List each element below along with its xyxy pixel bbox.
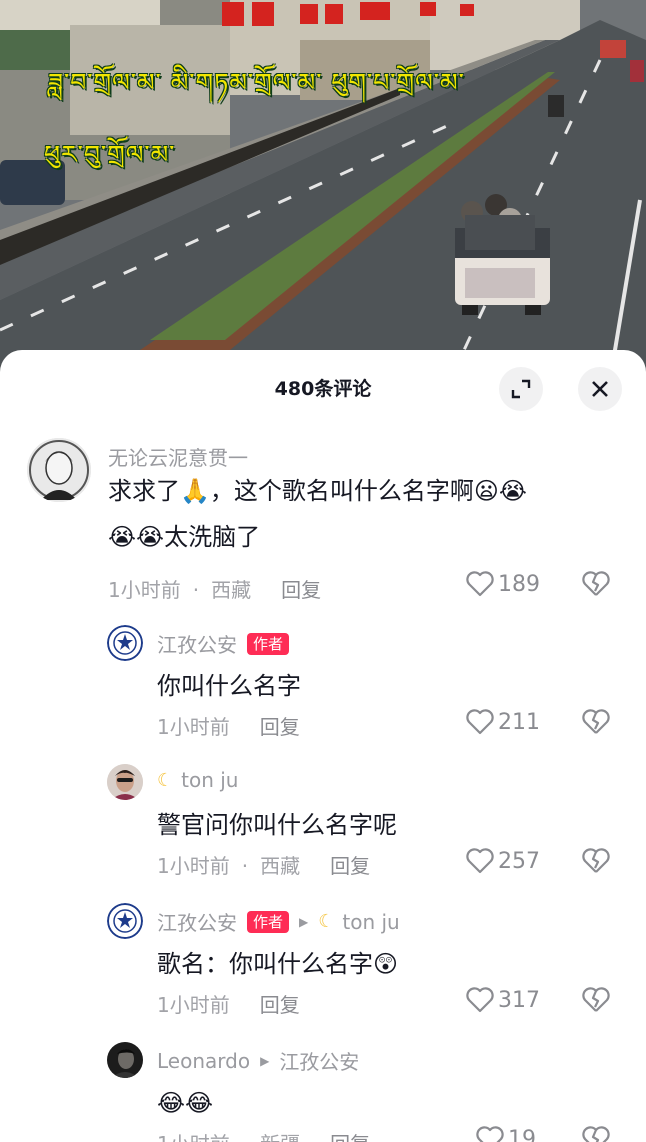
comment-text: 你叫什么名字 bbox=[157, 672, 301, 700]
comment-text: 求求了🙏，这个歌名叫什么名字啊😦😭 😭😭太洗脑了 bbox=[108, 468, 608, 560]
author-badge: 作者 bbox=[247, 632, 290, 655]
comment-location: 西藏 bbox=[260, 854, 301, 878]
dislike-button[interactable] bbox=[582, 987, 610, 1017]
broken-heart-icon bbox=[582, 987, 610, 1012]
comment-time: 1小时前 bbox=[157, 715, 230, 739]
comment-author[interactable]: 江孜公安 bbox=[157, 907, 237, 936]
like-count: 257 bbox=[498, 848, 540, 874]
avatar[interactable] bbox=[107, 764, 143, 800]
broken-heart-icon bbox=[582, 1126, 610, 1142]
comments-sheet: 480条评论 无论云泥意贯一 求求了🙏，这个歌名叫什么名字啊😦😭 😭😭太洗脑了 … bbox=[0, 350, 646, 1142]
reply-item: Leonardo ▶ 江孜公安 😂😂 1小时前·新疆回复 19 bbox=[0, 1042, 646, 1142]
reply-button[interactable]: 回复 bbox=[330, 1132, 370, 1142]
comment-text: 😂😂 bbox=[157, 1089, 214, 1117]
comment-time: 1小时前 bbox=[157, 1132, 230, 1142]
heart-icon bbox=[466, 848, 494, 874]
dislike-button[interactable] bbox=[582, 848, 610, 878]
police-emblem-icon bbox=[107, 625, 143, 661]
comment-author-row: 江孜公安 作者 bbox=[157, 629, 290, 658]
like-count: 19 bbox=[508, 1126, 536, 1142]
heart-icon bbox=[466, 709, 494, 735]
avatar-portrait bbox=[107, 764, 143, 800]
reply-to-user[interactable]: 江孜公安 bbox=[279, 1046, 359, 1075]
expand-button[interactable] bbox=[499, 367, 543, 411]
broken-heart-icon bbox=[582, 709, 610, 734]
dislike-button[interactable] bbox=[582, 1126, 610, 1142]
comment-author[interactable]: 无论云泥意贯一 bbox=[108, 442, 248, 471]
avatar[interactable] bbox=[107, 625, 143, 661]
video-caption-line1: ཟླ་བ་གྲོལ་མ་ མི་གཏམ་གྲོལ་མ་ ཕུག་པ་གྲོལ་མ… bbox=[48, 68, 465, 97]
comment-author[interactable]: Leonardo bbox=[157, 1049, 250, 1073]
reply-arrow-icon: ▶ bbox=[299, 914, 309, 929]
reply-button[interactable]: 回复 bbox=[281, 578, 321, 602]
comment-author[interactable]: ton ju bbox=[181, 768, 238, 792]
comment-text-line2: 😭😭太洗脑了 bbox=[108, 523, 261, 551]
comment-meta: 1小时前·新疆回复 bbox=[157, 1128, 370, 1142]
like-count: 317 bbox=[498, 987, 540, 1013]
avatar[interactable] bbox=[27, 438, 91, 502]
avatar-portrait bbox=[27, 438, 91, 502]
like-button[interactable]: 257 bbox=[466, 848, 540, 874]
avatar[interactable] bbox=[107, 903, 143, 939]
close-icon bbox=[592, 381, 608, 397]
heart-icon bbox=[466, 987, 494, 1013]
comment-text-line1: 求求了🙏，这个歌名叫什么名字啊😦😭 bbox=[108, 477, 527, 505]
comment-time: 1小时前 bbox=[108, 578, 181, 602]
reply-item: ☾ ton ju 警官问你叫什么名字呢 1小时前 · 西藏 回复 257 bbox=[0, 764, 646, 884]
like-button[interactable]: 211 bbox=[466, 709, 540, 735]
comment-author-row: ☾ ton ju bbox=[157, 768, 238, 792]
comment-count-title: 480条评论 bbox=[274, 378, 372, 400]
avatar[interactable] bbox=[107, 1042, 143, 1078]
broken-heart-icon bbox=[582, 571, 610, 596]
dislike-button[interactable] bbox=[582, 571, 610, 601]
like-button[interactable]: 189 bbox=[466, 571, 540, 597]
expand-icon bbox=[511, 379, 531, 399]
reply-arrow-icon: ▶ bbox=[260, 1053, 270, 1068]
reply-to-user[interactable]: ton ju bbox=[342, 910, 399, 934]
reply-button[interactable]: 回复 bbox=[330, 854, 370, 878]
avatar-portrait bbox=[107, 1042, 143, 1078]
comment-author[interactable]: 江孜公安 bbox=[157, 629, 237, 658]
comment-location: 西藏 bbox=[211, 578, 252, 602]
moon-icon: ☾ bbox=[318, 911, 335, 932]
like-count: 189 bbox=[498, 571, 540, 597]
like-button[interactable]: 19 bbox=[476, 1126, 536, 1142]
comment-meta: 1小时前 回复 bbox=[157, 711, 300, 740]
reply-item: 江孜公安 作者 你叫什么名字 1小时前 回复 211 bbox=[0, 625, 646, 745]
reply-button[interactable]: 回复 bbox=[260, 715, 300, 739]
comment-item: 无论云泥意贯一 求求了🙏，这个歌名叫什么名字啊😦😭 😭😭太洗脑了 1小时前 · 西藏… bbox=[0, 438, 646, 608]
comment-meta: 1小时前 · 西藏 回复 bbox=[108, 578, 322, 602]
video-player[interactable]: ཟླ་བ་གྲོལ་མ་ མི་གཏམ་གྲོལ་མ་ ཕུག་པ་གྲོལ་མ… bbox=[0, 0, 646, 380]
comment-meta: 1小时前 · 西藏 回复 bbox=[157, 854, 371, 878]
comment-time: 1小时前 bbox=[157, 993, 230, 1017]
comment-time: 1小时前 bbox=[157, 854, 230, 878]
like-count: 211 bbox=[498, 709, 540, 735]
dislike-button[interactable] bbox=[582, 709, 610, 739]
comment-text: 警官问你叫什么名字呢 bbox=[157, 811, 397, 839]
author-badge: 作者 bbox=[247, 910, 290, 933]
reply-item: 江孜公安 作者 ▶ ☾ ton ju 歌名：你叫什么名字😲 1小时前 回复 317 bbox=[0, 903, 646, 1023]
comment-location: 新疆 bbox=[260, 1132, 300, 1142]
comment-author-row: 江孜公安 作者 ▶ ☾ ton ju bbox=[157, 907, 400, 936]
heart-icon bbox=[466, 571, 494, 597]
like-button[interactable]: 317 bbox=[466, 987, 540, 1013]
broken-heart-icon bbox=[582, 848, 610, 873]
video-caption-line2: ཕུར་བུ་གྲོལ་མ་ bbox=[44, 140, 176, 169]
close-button[interactable] bbox=[578, 367, 622, 411]
comment-text: 歌名：你叫什么名字😲 bbox=[157, 950, 399, 978]
comment-meta: 1小时前 回复 bbox=[157, 989, 300, 1018]
police-emblem-icon bbox=[107, 903, 143, 939]
comment-author-row: Leonardo ▶ 江孜公安 bbox=[157, 1046, 359, 1075]
heart-icon bbox=[476, 1126, 504, 1142]
moon-icon: ☾ bbox=[157, 769, 174, 791]
reply-button[interactable]: 回复 bbox=[260, 993, 300, 1017]
